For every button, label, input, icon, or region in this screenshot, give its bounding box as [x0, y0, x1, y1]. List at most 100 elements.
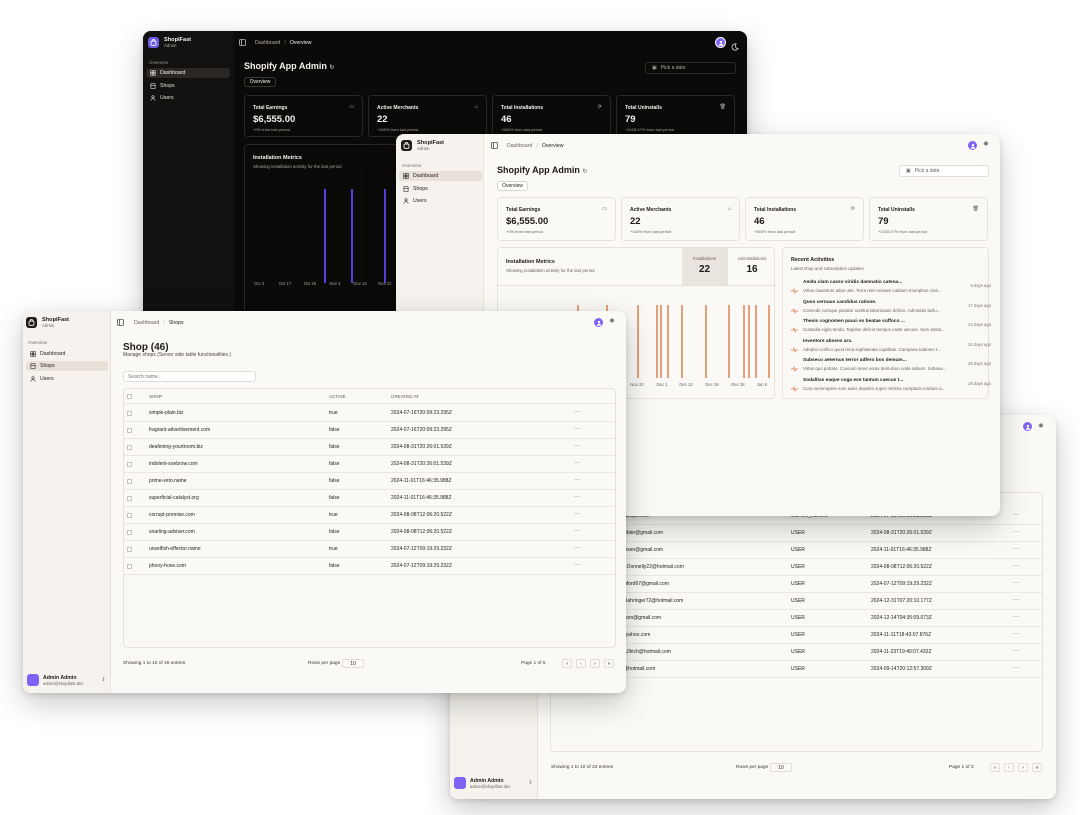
- table-row[interactable]: corrupt-promise.com true 2024-08-08T12:06:…: [124, 507, 615, 524]
- sidebar-item-shops[interactable]: Shops: [399, 184, 482, 194]
- sidebar-item-shops[interactable]: Shops: [26, 361, 108, 371]
- activity-pulse-icon: [791, 281, 798, 299]
- row-actions-button[interactable]: ···: [1013, 614, 1019, 620]
- rows-per-page-select[interactable]: 10: [342, 659, 364, 668]
- row-checkbox[interactable]: [127, 462, 132, 467]
- activity-item[interactable]: Thesis cognomen pauci ex beatae suffoco …: [791, 319, 991, 338]
- tab-overview[interactable]: Overview: [497, 181, 528, 191]
- date-picker[interactable]: ▣ Pick a date: [899, 165, 989, 177]
- sun-icon[interactable]: ✹: [983, 140, 989, 148]
- activity-item[interactable]: Sodalitas eaque coga exe tantum caecus t…: [791, 378, 991, 397]
- row-actions-button[interactable]: ···: [1013, 529, 1019, 535]
- avatar[interactable]: [1022, 421, 1033, 432]
- next-page-button[interactable]: ›: [1018, 763, 1028, 772]
- sidebar-item-users[interactable]: Users: [399, 196, 482, 206]
- sidebar-item-dashboard[interactable]: Dashboard: [399, 171, 482, 181]
- next-page-button[interactable]: ›: [590, 659, 600, 668]
- table-row[interactable]: snarling-adviser.com false 2024-08-08T12:0…: [124, 524, 615, 541]
- sun-icon[interactable]: ✹: [1038, 422, 1044, 430]
- table-row[interactable]: prime-veto.name false 2024-11-01T16:46:35.…: [124, 473, 615, 490]
- tab-overview[interactable]: Overview: [244, 77, 276, 87]
- brand[interactable]: ShopiFast Admin: [26, 317, 69, 328]
- select-all-checkbox[interactable]: [127, 394, 132, 399]
- row-checkbox[interactable]: [127, 530, 132, 535]
- last-page-button[interactable]: »: [1032, 763, 1042, 772]
- table-row[interactable]: simple-plain.biz true 2024-07-16T20:09:23.…: [124, 405, 615, 422]
- shop-logo-icon: [148, 37, 159, 48]
- row-actions-button[interactable]: ···: [574, 409, 580, 415]
- column-header-active[interactable]: ACTIVE: [329, 394, 346, 399]
- date-picker[interactable]: ▣ Pick a date: [645, 62, 736, 74]
- prev-page-button[interactable]: ‹: [576, 659, 586, 668]
- column-header-shop[interactable]: SHOP: [149, 394, 162, 399]
- row-actions-button[interactable]: ···: [574, 426, 580, 432]
- row-actions-button[interactable]: ···: [1013, 546, 1019, 552]
- sidebar-toggle-icon[interactable]: [117, 319, 124, 326]
- table-row[interactable]: indolent-soebrow.com false 2024-08-31T20:2…: [124, 456, 615, 473]
- table-row[interactable]: superficial-catalyst.org false 2024-11-01T…: [124, 490, 615, 507]
- account-switcher[interactable]: Admin Admin admin@shopifast.dev ⇕: [27, 674, 106, 686]
- row-actions-button[interactable]: ···: [1013, 580, 1019, 586]
- breadcrumb-dashboard[interactable]: Dashboard: [255, 40, 280, 46]
- row-actions-button[interactable]: ···: [574, 443, 580, 449]
- uninstallations-tab[interactable]: Uninstallations 16: [727, 248, 775, 285]
- store-icon: [150, 83, 156, 89]
- sun-icon[interactable]: ✹: [609, 317, 615, 325]
- row-checkbox[interactable]: [127, 445, 132, 450]
- last-page-button[interactable]: »: [604, 659, 614, 668]
- row-checkbox[interactable]: [127, 547, 132, 552]
- sidebar-item-shops[interactable]: Shops: [146, 81, 230, 91]
- installations-tab[interactable]: Installations 22: [682, 248, 727, 285]
- row-checkbox[interactable]: [127, 564, 132, 569]
- sidebar-toggle-icon[interactable]: [491, 142, 498, 149]
- row-actions-button[interactable]: ···: [574, 528, 580, 534]
- row-actions-button[interactable]: ···: [574, 477, 580, 483]
- breadcrumb-dashboard[interactable]: Dashboard: [134, 320, 159, 326]
- sidebar-item-users[interactable]: Users: [146, 93, 230, 103]
- row-actions-button[interactable]: ···: [1013, 648, 1019, 654]
- first-page-button[interactable]: «: [562, 659, 572, 668]
- breadcrumb-dashboard[interactable]: Dashboard: [507, 143, 532, 149]
- row-actions-button[interactable]: ···: [1013, 597, 1019, 603]
- brand[interactable]: ShopiFast Admin: [401, 140, 444, 151]
- activity-item[interactable]: Amita clam casso viridis damnatio catena…: [791, 280, 991, 299]
- row-actions-button[interactable]: ···: [1013, 631, 1019, 637]
- shop-name: fragrant-advertisement.com: [149, 427, 211, 433]
- row-actions-button[interactable]: ···: [1013, 665, 1019, 671]
- row-actions-button[interactable]: ···: [574, 562, 580, 568]
- first-page-button[interactable]: «: [990, 763, 1000, 772]
- row-checkbox[interactable]: [127, 479, 132, 484]
- table-row[interactable]: phony-hose.com false 2024-07-12T09:19:29.2…: [124, 558, 615, 575]
- table-row[interactable]: fragrant-advertisement.com false 2024-07-1…: [124, 422, 615, 439]
- sidebar-item-label: Users: [413, 198, 427, 204]
- activity-item[interactable]: Quos cernuus candidus ratione. Concede cu…: [791, 300, 991, 319]
- row-actions-button[interactable]: ···: [1013, 512, 1019, 518]
- account-switcher[interactable]: Admin Admin admin@shopifast.dev ⇕: [454, 777, 533, 789]
- column-header-created-at[interactable]: CREATED AT: [391, 394, 419, 399]
- activity-item[interactable]: Inventore absens arx. Adeptio confico quo…: [791, 339, 991, 358]
- brand[interactable]: ShopiFast Admin: [148, 37, 191, 48]
- avatar[interactable]: [593, 317, 604, 328]
- avatar[interactable]: [715, 37, 726, 48]
- search-input[interactable]: [123, 371, 256, 382]
- activity-item[interactable]: Subseco aeternus terror adfero bos demum…: [791, 358, 991, 377]
- sidebar-item-users[interactable]: Users: [26, 374, 108, 384]
- row-checkbox[interactable]: [127, 411, 132, 416]
- table-row[interactable]: deafening-yourtroom.biz false 2024-08-31T2…: [124, 439, 615, 456]
- row-checkbox[interactable]: [127, 428, 132, 433]
- table-row[interactable]: unselfish-effector.name true 2024-07-12T09…: [124, 541, 615, 558]
- row-actions-button[interactable]: ···: [1013, 563, 1019, 569]
- row-checkbox[interactable]: [127, 513, 132, 518]
- row-actions-button[interactable]: ···: [574, 494, 580, 500]
- rows-per-page-select[interactable]: 10: [770, 763, 792, 772]
- row-actions-button[interactable]: ···: [574, 511, 580, 517]
- prev-page-button[interactable]: ‹: [1004, 763, 1014, 772]
- sidebar-item-dashboard[interactable]: Dashboard: [26, 349, 108, 359]
- theme-toggle-icon[interactable]: [731, 38, 739, 56]
- avatar[interactable]: [967, 140, 978, 151]
- sidebar-toggle-icon[interactable]: [239, 39, 246, 46]
- row-actions-button[interactable]: ···: [574, 545, 580, 551]
- row-actions-button[interactable]: ···: [574, 460, 580, 466]
- row-checkbox[interactable]: [127, 496, 132, 501]
- sidebar-item-dashboard[interactable]: Dashboard: [146, 68, 230, 78]
